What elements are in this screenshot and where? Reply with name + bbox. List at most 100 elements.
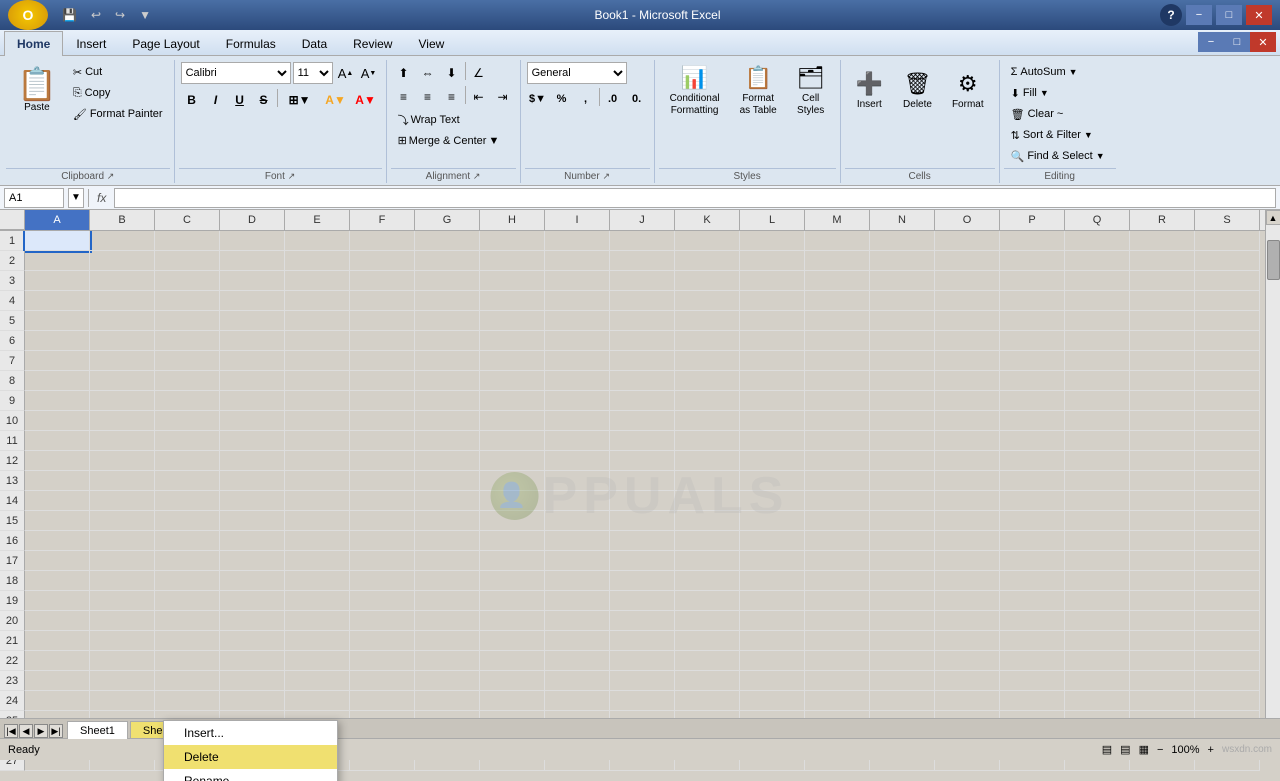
cell-D9[interactable] <box>220 391 285 411</box>
cell-Q7[interactable] <box>1065 351 1130 371</box>
cell-M2[interactable] <box>805 251 870 271</box>
align-center-button[interactable]: ≡ <box>417 86 439 108</box>
cell-E17[interactable] <box>285 551 350 571</box>
cell-C5[interactable] <box>155 311 220 331</box>
find-select-button[interactable]: 🔍 Find & Select ▼ <box>1006 146 1110 166</box>
row-number-9[interactable]: 9 <box>0 391 25 411</box>
cell-Q8[interactable] <box>1065 371 1130 391</box>
row-number-19[interactable]: 19 <box>0 591 25 611</box>
cell-P20[interactable] <box>1000 611 1065 631</box>
cell-P1[interactable] <box>1000 231 1065 251</box>
tab-page-layout[interactable]: Page Layout <box>119 31 212 56</box>
row-number-14[interactable]: 14 <box>0 491 25 511</box>
italic-button[interactable]: I <box>205 89 227 111</box>
cell-Q3[interactable] <box>1065 271 1130 291</box>
cell-C10[interactable] <box>155 411 220 431</box>
tab-data[interactable]: Data <box>289 31 340 56</box>
cell-G4[interactable] <box>415 291 480 311</box>
col-header-D[interactable]: D <box>220 210 285 230</box>
cell-L5[interactable] <box>740 311 805 331</box>
cell-O9[interactable] <box>935 391 1000 411</box>
cell-Q21[interactable] <box>1065 631 1130 651</box>
cell-O3[interactable] <box>935 271 1000 291</box>
cell-O12[interactable] <box>935 451 1000 471</box>
cell-F6[interactable] <box>350 331 415 351</box>
col-header-L[interactable]: L <box>740 210 805 230</box>
cell-H4[interactable] <box>480 291 545 311</box>
row-number-6[interactable]: 6 <box>0 331 25 351</box>
cell-F5[interactable] <box>350 311 415 331</box>
align-right-button[interactable]: ≡ <box>441 86 463 108</box>
cell-I12[interactable] <box>545 451 610 471</box>
decrease-decimal-button[interactable]: 0. <box>626 88 648 110</box>
ctx-delete[interactable]: Delete <box>164 745 337 769</box>
cell-S3[interactable] <box>1195 271 1260 291</box>
cell-H14[interactable] <box>480 491 545 511</box>
tab-insert[interactable]: Insert <box>63 31 119 56</box>
cell-M5[interactable] <box>805 311 870 331</box>
cell-Q22[interactable] <box>1065 651 1130 671</box>
cell-C20[interactable] <box>155 611 220 631</box>
cell-R12[interactable] <box>1130 451 1195 471</box>
scroll-up-button[interactable]: ▲ <box>1266 210 1280 225</box>
cell-O4[interactable] <box>935 291 1000 311</box>
cell-N1[interactable] <box>870 231 935 251</box>
sheet-prev-button[interactable]: ◀ <box>19 724 33 738</box>
cell-D15[interactable] <box>220 511 285 531</box>
cell-I23[interactable] <box>545 671 610 691</box>
cell-G9[interactable] <box>415 391 480 411</box>
cell-Q6[interactable] <box>1065 331 1130 351</box>
cell-G21[interactable] <box>415 631 480 651</box>
cell-C19[interactable] <box>155 591 220 611</box>
cell-R11[interactable] <box>1130 431 1195 451</box>
cell-J13[interactable] <box>610 471 675 491</box>
increase-font-button[interactable]: A▲ <box>335 62 357 84</box>
cut-button[interactable]: ✂ Cut <box>68 62 168 82</box>
cell-B21[interactable] <box>90 631 155 651</box>
cell-I6[interactable] <box>545 331 610 351</box>
cell-Q4[interactable] <box>1065 291 1130 311</box>
cell-B6[interactable] <box>90 331 155 351</box>
cell-D3[interactable] <box>220 271 285 291</box>
col-header-K[interactable]: K <box>675 210 740 230</box>
cell-Q16[interactable] <box>1065 531 1130 551</box>
cell-M18[interactable] <box>805 571 870 591</box>
cell-S7[interactable] <box>1195 351 1260 371</box>
cell-C4[interactable] <box>155 291 220 311</box>
cell-E8[interactable] <box>285 371 350 391</box>
cell-P4[interactable] <box>1000 291 1065 311</box>
cell-A16[interactable] <box>25 531 90 551</box>
cell-E7[interactable] <box>285 351 350 371</box>
col-header-Q[interactable]: Q <box>1065 210 1130 230</box>
cell-C8[interactable] <box>155 371 220 391</box>
cell-N8[interactable] <box>870 371 935 391</box>
cell-Q23[interactable] <box>1065 671 1130 691</box>
ribbon-minimize-button[interactable]: − <box>1198 32 1224 52</box>
app-maximize-button[interactable]: □ <box>1216 5 1242 25</box>
cell-R21[interactable] <box>1130 631 1195 651</box>
cell-F19[interactable] <box>350 591 415 611</box>
sheet-tab-sheet1[interactable]: Sheet1 <box>67 721 128 739</box>
conditional-formatting-button[interactable]: 📊 ConditionalFormatting <box>661 62 729 120</box>
cell-I7[interactable] <box>545 351 610 371</box>
cell-D6[interactable] <box>220 331 285 351</box>
cell-H6[interactable] <box>480 331 545 351</box>
cell-L14[interactable] <box>740 491 805 511</box>
percent-button[interactable]: % <box>551 88 573 110</box>
cell-G18[interactable] <box>415 571 480 591</box>
cell-J21[interactable] <box>610 631 675 651</box>
cell-P18[interactable] <box>1000 571 1065 591</box>
cell-P21[interactable] <box>1000 631 1065 651</box>
cell-L23[interactable] <box>740 671 805 691</box>
clear-button[interactable]: 🗑 Clear ~ <box>1006 104 1069 124</box>
cell-K11[interactable] <box>675 431 740 451</box>
cell-L24[interactable] <box>740 691 805 711</box>
cell-E9[interactable] <box>285 391 350 411</box>
cell-B13[interactable] <box>90 471 155 491</box>
cell-P8[interactable] <box>1000 371 1065 391</box>
cell-E10[interactable] <box>285 411 350 431</box>
cell-C21[interactable] <box>155 631 220 651</box>
cell-M4[interactable] <box>805 291 870 311</box>
cell-Q11[interactable] <box>1065 431 1130 451</box>
cell-K14[interactable] <box>675 491 740 511</box>
